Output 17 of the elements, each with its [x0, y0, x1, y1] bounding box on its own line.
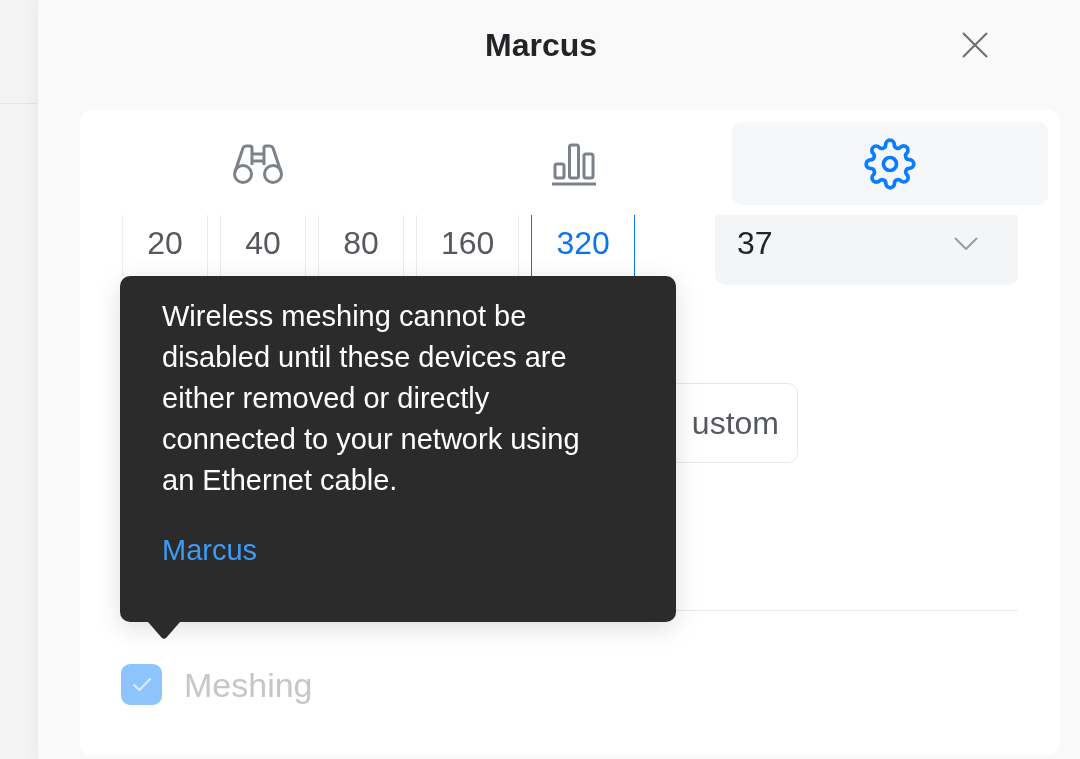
close-icon[interactable] [962, 32, 988, 58]
segment-button[interactable]: 20 [122, 215, 208, 276]
chevron-down-icon [954, 237, 978, 250]
segment-button[interactable]: 320 [531, 215, 635, 276]
bar-chart-icon [551, 141, 597, 186]
segment-button[interactable]: 160 [416, 215, 520, 276]
check-icon [131, 677, 152, 692]
tooltip-text: Wireless meshing cannot be disabled until these devices are either removed or directly connected to your network using an Ethernet cable. [162, 299, 581, 498]
binoculars-icon [232, 142, 284, 185]
channel-dropdown[interactable]: 37 [715, 215, 1018, 285]
gear-icon [864, 137, 916, 190]
dialog-title: Marcus [485, 26, 598, 65]
tab[interactable] [732, 122, 1048, 205]
tooltip-link[interactable]: Marcus [162, 530, 258, 571]
meshing-label: Meshing [184, 664, 313, 705]
segment-button[interactable]: 40 [220, 215, 306, 276]
segment-button[interactable]: 80 [318, 215, 404, 276]
